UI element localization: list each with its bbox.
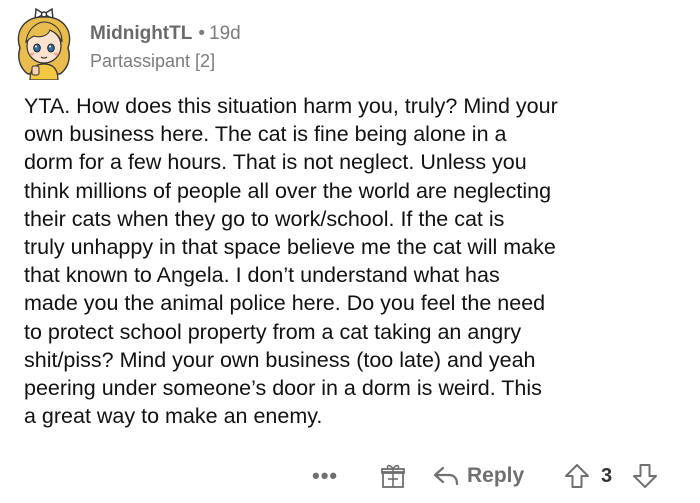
comment-line: to protect school property from a cat ta… bbox=[24, 319, 522, 344]
reply-button[interactable]: Reply bbox=[433, 456, 524, 496]
comment-line: made you the animal police here. Do you … bbox=[24, 291, 546, 316]
comment-line: a great way to make an enemy. bbox=[24, 404, 323, 429]
comment-line: YTA. How does this situation harm you, t… bbox=[24, 94, 558, 118]
comment-meta: MidnightTL • 19d bbox=[90, 22, 241, 46]
comment-body: YTA. How does this situation harm you, t… bbox=[24, 92, 684, 430]
username[interactable]: MidnightTL bbox=[90, 23, 192, 44]
gift-icon bbox=[381, 464, 405, 488]
comment-age: 19d bbox=[209, 23, 241, 44]
comment-line: dorm for a few hours. That is not neglec… bbox=[24, 150, 527, 175]
comment-line: truly unhappy in that space believe me t… bbox=[24, 235, 556, 260]
user-avatar[interactable] bbox=[10, 8, 80, 80]
separator-dot: • bbox=[198, 23, 206, 44]
comment-actions: ••• Reply 3 bbox=[0, 456, 700, 496]
comment-line: shit/piss? Mind your own business (too l… bbox=[24, 347, 536, 372]
upvote-arrow-icon bbox=[565, 464, 589, 488]
reply-label: Reply bbox=[467, 464, 525, 487]
comment-line: think millions of people all over the wo… bbox=[24, 178, 552, 203]
more-options-button[interactable]: ••• bbox=[312, 456, 338, 496]
comment-line: their cats when they go to work/school. … bbox=[24, 206, 505, 231]
user-flair: Partassipant [2] bbox=[90, 51, 216, 71]
vote-score: 3 bbox=[601, 465, 613, 487]
comment-line: peering under someone’s door in a dorm i… bbox=[24, 376, 542, 401]
comment: MidnightTL • 19d Partassipant [2] YTA. How… bbox=[0, 0, 700, 503]
upvote-button[interactable] bbox=[564, 456, 590, 496]
comment-line: own business here. The cat is fine being… bbox=[24, 122, 507, 147]
comment-line: that known to Angela. I don’t understand… bbox=[24, 263, 500, 288]
reply-arrow-icon bbox=[433, 466, 459, 486]
downvote-button[interactable] bbox=[632, 456, 658, 496]
award-button[interactable] bbox=[381, 456, 405, 496]
downvote-arrow-icon bbox=[633, 464, 657, 488]
